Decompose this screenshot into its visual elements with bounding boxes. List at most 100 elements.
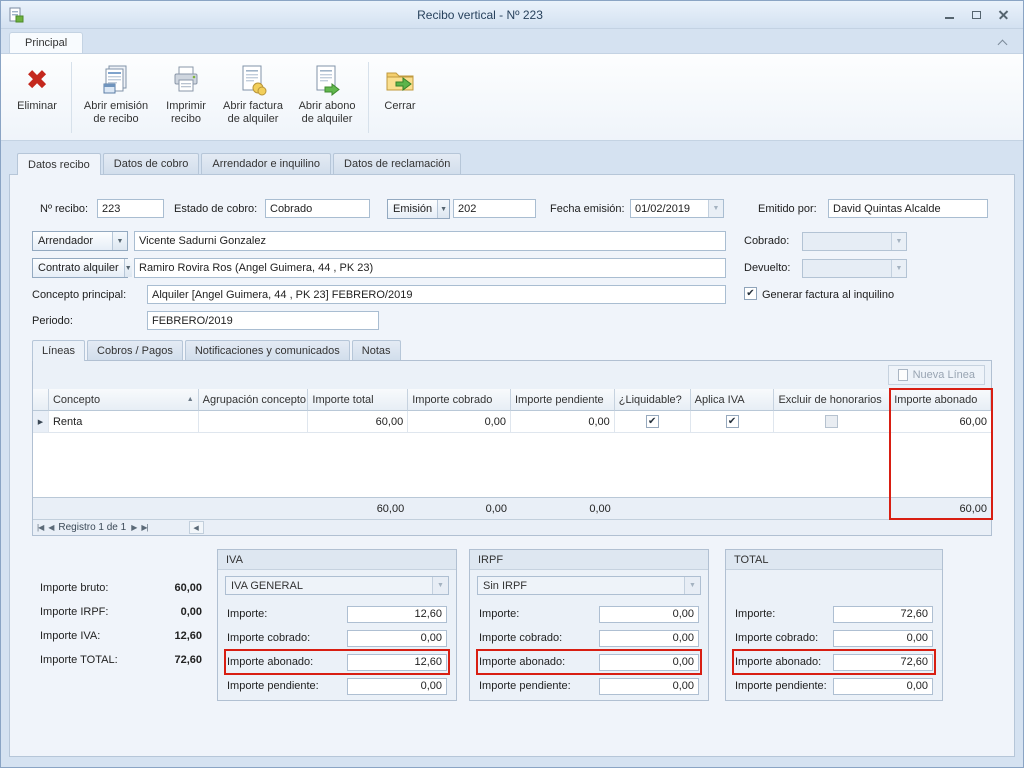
cell-agrupacion[interactable] <box>199 411 309 433</box>
scroll-left-button[interactable]: ◀ <box>189 521 204 534</box>
irpf-importe-field[interactable]: 0,00 <box>599 606 699 623</box>
app-window: Recibo vertical - Nº 223 Principal ✖ Eli… <box>0 0 1024 768</box>
toolbar-separator <box>71 62 72 133</box>
num-recibo-input[interactable]: 223 <box>97 199 164 218</box>
window-controls <box>936 5 1017 24</box>
fecha-emision-input[interactable]: 01/02/2019 ▼ <box>630 199 724 218</box>
cell-importe-abonado[interactable]: 60,00 <box>890 411 991 433</box>
maximize-button[interactable] <box>963 5 990 24</box>
column-header-aplica-iva[interactable]: Aplica IVA <box>691 389 775 411</box>
total-pendiente-row: Importe pendiente: 0,00 <box>733 674 935 698</box>
column-header-importe-cobrado[interactable]: Importe cobrado <box>408 389 511 411</box>
iva-importe-field[interactable]: 12,60 <box>347 606 447 623</box>
tab-datos-recibo[interactable]: Datos recibo <box>17 153 101 175</box>
tab-notas[interactable]: Notas <box>352 340 401 360</box>
importe-irpf-label: Importe IRPF: <box>40 606 108 618</box>
last-record-button[interactable]: ▶| <box>141 523 147 532</box>
emitido-por-input[interactable]: David Quintas Alcalde <box>828 199 988 218</box>
tab-cobros-pagos[interactable]: Cobros / Pagos <box>87 340 183 360</box>
tab-lineas[interactable]: Líneas <box>32 340 85 361</box>
imprimir-button[interactable]: Imprimir recibo <box>157 57 215 138</box>
record-count-label: Registro 1 de 1 <box>58 522 126 533</box>
devuelto-dropdown[interactable]: ▼ <box>802 259 907 278</box>
irpf-type-dropdown[interactable]: Sin IRPF ▼ <box>477 576 701 595</box>
iva-pendiente-field[interactable]: 0,00 <box>347 678 447 695</box>
excluir-honorarios-checkbox[interactable] <box>825 415 838 428</box>
iva-pendiente-row: Importe pendiente: 0,00 <box>225 674 449 698</box>
periodo-input[interactable]: FEBRERO/2019 <box>147 311 379 330</box>
credit-note-icon <box>310 63 344 97</box>
chevron-up-icon <box>997 40 1007 50</box>
irpf-pendiente-field[interactable]: 0,00 <box>599 678 699 695</box>
tab-datos-cobro[interactable]: Datos de cobro <box>103 153 200 174</box>
next-record-button[interactable]: ▶ <box>131 523 136 532</box>
contrato-alquiler-input[interactable]: Ramiro Rovira Ros (Angel Guimera, 44 , P… <box>134 258 726 278</box>
iva-abonado-field[interactable]: 12,60 <box>347 654 447 671</box>
concepto-principal-input[interactable]: Alquiler [Angel Guimera, 44 , PK 23] FEB… <box>147 285 726 304</box>
contrato-alquiler-dropdown[interactable]: Contrato alquiler ▼ <box>32 258 128 278</box>
abrir-emision-button[interactable]: Abrir emisión de recibo <box>77 57 155 138</box>
grid-data-row[interactable]: ▶ Renta 60,00 0,00 0,00 ✔ ✔ 60,00 <box>33 411 991 433</box>
iva-type-value: IVA GENERAL <box>226 577 432 594</box>
irpf-abonado-field[interactable]: 0,00 <box>599 654 699 671</box>
total-cobrado-field[interactable]: 0,00 <box>833 630 933 647</box>
cell-aplica-iva: ✔ <box>691 411 775 433</box>
iva-groupbox: IVA IVA GENERAL ▼ Importe: 12,60 Importe… <box>217 549 457 701</box>
cell-excluir-honorarios <box>774 411 890 433</box>
column-header-importe-abonado[interactable]: Importe abonado <box>890 389 991 411</box>
column-header-liquidable[interactable]: ¿Liquidable? <box>615 389 691 411</box>
total-pendiente-field[interactable]: 0,00 <box>833 678 933 695</box>
nueva-linea-button[interactable]: Nueva Línea <box>888 365 985 385</box>
estado-cobro-input[interactable]: Cobrado <box>265 199 370 218</box>
calendar-dropdown-icon[interactable]: ▼ <box>708 200 723 217</box>
irpf-cobrado-field[interactable]: 0,00 <box>599 630 699 647</box>
cell-importe-cobrado[interactable]: 0,00 <box>408 411 511 433</box>
emision-number-input[interactable]: 202 <box>453 199 536 218</box>
column-header-excluir-honorarios[interactable]: Excluir de honorarios <box>774 389 890 411</box>
total-importe-field[interactable]: 72,60 <box>833 606 933 623</box>
cobrado-dropdown[interactable]: ▼ <box>802 232 907 251</box>
arrendador-dropdown[interactable]: Arrendador ▼ <box>32 231 128 251</box>
column-header-importe-pendiente[interactable]: Importe pendiente <box>511 389 615 411</box>
row-marker-icon: ▶ <box>33 411 49 433</box>
cell-importe-total[interactable]: 60,00 <box>308 411 408 433</box>
iva-type-dropdown[interactable]: IVA GENERAL ▼ <box>225 576 449 595</box>
cell-concepto[interactable]: Renta <box>49 411 199 433</box>
previous-record-button[interactable]: ◀ <box>48 523 53 532</box>
irpf-abonado-label: Importe abonado: <box>479 656 565 668</box>
window-title: Recibo vertical - Nº 223 <box>24 8 936 22</box>
total-abonado-row: Importe abonado: 72,60 <box>733 650 935 674</box>
emision-dropdown[interactable]: Emisión ▼ <box>387 199 450 219</box>
tab-arrendador-inquilino[interactable]: Arrendador e inquilino <box>201 153 331 174</box>
eliminar-button[interactable]: ✖ Eliminar <box>8 57 66 138</box>
column-header-concepto[interactable]: Concepto ▲ <box>49 389 199 411</box>
liquidable-checkbox[interactable]: ✔ <box>646 415 659 428</box>
column-header-agrupacion[interactable]: Agrupación concepto <box>199 389 309 411</box>
fecha-emision-value: 01/02/2019 <box>635 203 690 215</box>
ribbon-tab-principal[interactable]: Principal <box>9 32 83 53</box>
contrato-dropdown-label: Contrato alquiler <box>33 259 124 277</box>
cerrar-button[interactable]: Cerrar <box>374 57 426 138</box>
column-header-label: Concepto <box>53 394 100 406</box>
tab-notificaciones[interactable]: Notificaciones y comunicados <box>185 340 350 360</box>
ribbon-collapse-button[interactable] <box>995 37 1009 49</box>
grid-footer-row: 60,00 0,00 0,00 60,00 <box>33 497 991 519</box>
toolbar-separator <box>368 62 369 133</box>
dropdown-arrow-icon: ▼ <box>891 233 906 250</box>
tab-datos-reclamacion[interactable]: Datos de reclamación <box>333 153 461 174</box>
dropdown-arrow-icon: ▼ <box>891 260 906 277</box>
first-record-button[interactable]: |◀ <box>37 523 43 532</box>
close-button[interactable] <box>990 5 1017 24</box>
cell-importe-pendiente[interactable]: 0,00 <box>511 411 615 433</box>
minimize-button[interactable] <box>936 5 963 24</box>
total-abonado-field[interactable]: 72,60 <box>833 654 933 671</box>
iva-cobrado-field[interactable]: 0,00 <box>347 630 447 647</box>
arrendador-input[interactable]: Vicente Sadurni Gonzalez <box>134 231 726 251</box>
generar-factura-checkbox[interactable]: ✔ <box>744 287 757 300</box>
column-header-importe-total[interactable]: Importe total <box>308 389 408 411</box>
irpf-cobrado-label: Importe cobrado: <box>479 632 562 644</box>
abrir-factura-button[interactable]: Abrir factura de alquiler <box>217 57 289 138</box>
aplica-iva-checkbox[interactable]: ✔ <box>726 415 739 428</box>
abrir-abono-button[interactable]: Abrir abono de alquiler <box>291 57 363 138</box>
total-groupbox: TOTAL Importe: 72,60 Importe cobrado: 0,… <box>725 549 943 701</box>
